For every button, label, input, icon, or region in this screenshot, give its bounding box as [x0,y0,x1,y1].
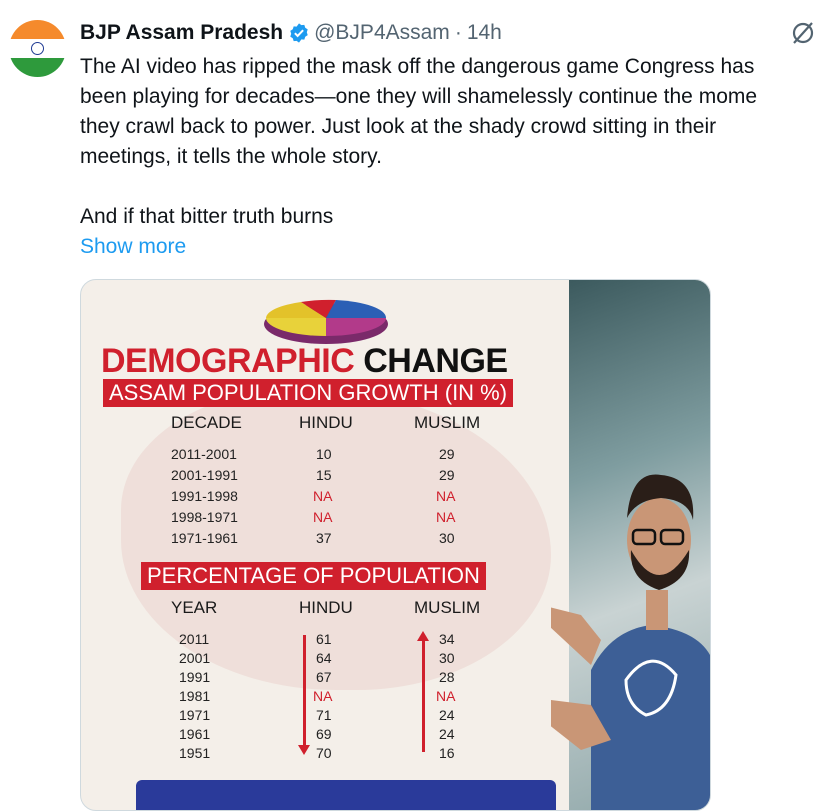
growth-banner: ASSAM POPULATION GROWTH (IN %) [103,379,514,407]
table2-cell: NA [436,688,456,704]
tweet-text-line: they crawl back to power. Just look at t… [80,115,717,138]
table2-cell: 67 [316,669,332,685]
table1-cell: 30 [439,530,455,546]
table2-header-hindu: HINDU [299,598,353,617]
table2-cell: 61 [316,631,332,647]
author-handle[interactable]: @BJP4Assam [314,21,450,45]
table2-cell: 1961 [179,726,211,742]
table2-cell: 1991 [179,669,211,685]
tweet-text-line: meetings, it tells the whole story. [80,145,382,168]
table2-cell: NA [313,688,333,704]
table2-cell: 24 [439,707,455,723]
table1-cell: 1998-1971 [171,509,238,525]
table1-cell: 29 [439,467,455,483]
table2-cell: 28 [439,669,455,685]
table1-header-muslim: MUSLIM [414,413,481,432]
table2-header-year: YEAR [171,598,218,617]
separator-dot: · [454,21,462,44]
table1-cell: NA [436,509,456,525]
grok-icon[interactable] [790,20,816,46]
table1-cell: 2011-2001 [171,446,237,462]
tweet-header: BJP Assam Pradesh @BJP4Assam · 14h [80,19,502,47]
hindu-down-arrow-icon [298,635,310,755]
table1-cell: NA [313,488,333,504]
table2-cell: 1981 [179,688,211,704]
person-illustration [551,474,710,810]
table1-header-decade: DECADE [171,413,242,432]
tweet-media-image[interactable]: DEMOGRAPHIC CHANGE ASSAM POPULATION GROW… [80,279,711,811]
table1-cell: 1971-1961 [171,530,238,546]
avatar[interactable] [9,20,66,77]
table1-header-hindu: HINDU [299,413,353,432]
table1-cell: NA [436,488,456,504]
table1-cell: NA [313,509,333,525]
infographic-headline: DEMOGRAPHIC CHANGE [101,342,508,381]
muslim-up-arrow-icon [417,631,429,752]
tweet-text-line: And if that bitter truth burns [80,205,334,228]
author-name[interactable]: BJP Assam Pradesh [80,21,283,45]
table2-header-muslim: MUSLIM [414,598,481,617]
percentage-banner: PERCENTAGE OF POPULATION [141,562,486,590]
table2-cell: 71 [316,707,332,723]
table2-cell: 30 [439,650,455,666]
table1-cell: 2001-1991 [171,467,238,483]
tweet-text: The AI video has ripped the mask off the… [80,52,823,232]
table1-cell: 37 [316,530,332,546]
bottom-banner-bar [136,780,556,810]
pie-chart-graphic [264,299,388,344]
table2-cell: 2011 [179,631,210,647]
table2-cell: 1951 [179,745,211,761]
flag-saffron-band [9,20,66,39]
table2-cell: 70 [316,745,332,761]
flag-green-band [9,58,66,77]
table2-cell: 69 [316,726,332,742]
table1-cell: 29 [439,446,455,462]
ashoka-chakra-icon [31,42,44,55]
headline-red: DEMOGRAPHIC [101,342,355,380]
table2-cell: 2001 [179,650,211,666]
table2-cell: 16 [439,745,455,761]
headline-dark: CHANGE [363,342,508,380]
table2-cell: 64 [316,650,332,666]
table2-cell: 24 [439,726,455,742]
table1-cell: 15 [316,467,332,483]
show-more-link[interactable]: Show more [80,232,186,262]
table1-cell: 10 [316,446,332,462]
timestamp[interactable]: 14h [467,21,502,45]
table2-cell: 1971 [179,707,211,723]
table1-cell: 1991-1998 [171,488,238,504]
tweet-text-line: The AI video has ripped the mask off the… [80,55,755,78]
verified-badge-icon[interactable] [288,22,310,44]
tweet-text-line: been playing for decades—one they will s… [80,85,758,108]
table2-cell: 34 [439,631,455,647]
